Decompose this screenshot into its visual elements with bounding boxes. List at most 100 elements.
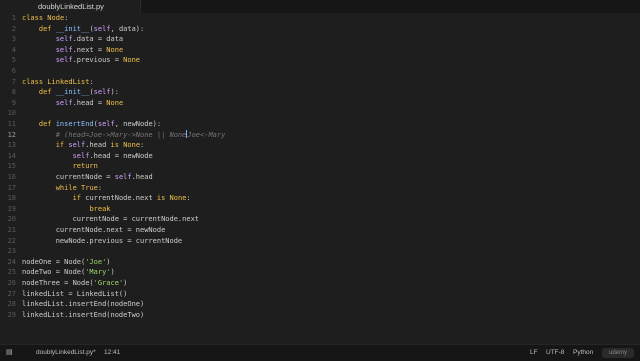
- code-token: None: [106, 98, 124, 107]
- code-editor[interactable]: 1 2 3 4 5 6 7 8 9 10 11 12 13 14 15 16 1…: [0, 13, 640, 344]
- code-line: if self.head is None:: [22, 140, 145, 151]
- code-token: ):: [110, 88, 119, 97]
- code-token: currentNode =: [55, 173, 115, 181]
- code-line: currentNode.next = newNode: [22, 225, 166, 236]
- code-line: while True:: [22, 183, 102, 194]
- code-token: self: [93, 88, 111, 97]
- line-number: 3: [11, 35, 16, 44]
- code-line: self.data = data: [22, 34, 123, 45]
- code-token: currentNode = currentNode.next: [72, 215, 200, 224]
- code-token: :: [140, 141, 145, 150]
- line-number: 28: [7, 300, 16, 309]
- tab-bar: doublyLinkedList.py: [0, 0, 640, 13]
- code-token: linkedList.insertEnd(nodeOne): [22, 300, 145, 309]
- code-token: insertEnd: [55, 120, 94, 128]
- status-filename[interactable]: doublyLinkedList.py*: [36, 349, 96, 357]
- line-number: 17: [7, 183, 16, 192]
- code-token: __init__: [55, 88, 90, 97]
- code-token: def: [22, 24, 56, 33]
- status-bar: ▤ doublyLinkedList.py* 12:41 LF UTF-8 Py…: [0, 344, 640, 361]
- code-line: nodeThree = Node('Grace'): [22, 278, 127, 289]
- line-number: 16: [7, 173, 16, 181]
- code-token: :: [64, 14, 69, 22]
- code-line: class LinkedList:: [22, 77, 94, 88]
- line-number: 8: [11, 88, 16, 97]
- code-token: :: [97, 183, 103, 192]
- line-number: 18: [7, 194, 16, 203]
- code-token: currentNode.next = newNode: [55, 226, 166, 234]
- code-token: return: [72, 162, 98, 171]
- code-token: self: [72, 151, 90, 160]
- line-number: 7: [11, 77, 16, 86]
- line-number-active: 12: [7, 130, 16, 139]
- code-token: , data):: [110, 24, 145, 33]
- code-token: :: [89, 77, 94, 86]
- code-token: __init__: [55, 24, 90, 33]
- code-token: self: [55, 98, 73, 107]
- code-line: currentNode = self.head: [22, 172, 153, 183]
- code-line: def __init__(self, data):: [22, 24, 144, 35]
- code-token: ): [123, 279, 128, 287]
- line-number-gutter: 1 2 3 4 5 6 7 8 9 10 11 12 13 14 15 16 1…: [0, 13, 16, 344]
- code-token: def: [22, 88, 56, 97]
- code-token: self: [93, 24, 111, 33]
- tab-label: doublyLinkedList.py: [38, 2, 104, 11]
- code-line: linkedList.insertEnd(nodeOne): [22, 299, 144, 310]
- code-line: self.next = None: [22, 45, 123, 56]
- line-number: 15: [7, 162, 16, 171]
- code-token: linkedList.insertEnd(nodeTwo): [22, 310, 145, 319]
- status-encoding[interactable]: UTF-8: [546, 349, 564, 357]
- line-number: 14: [7, 151, 16, 160]
- code-token: while: [55, 183, 82, 192]
- code-line-active: # (head=Joe->Mary->None || NoneJoe<-Mary: [22, 130, 225, 141]
- code-token: .head = newNode: [89, 151, 153, 160]
- line-number: 25: [7, 268, 16, 277]
- code-comment: Joe<-Mary: [187, 130, 226, 139]
- code-line: def insertEnd(self, newNode):: [22, 119, 161, 130]
- status-cursor-position[interactable]: 12:41: [104, 349, 120, 357]
- code-token: .previous =: [72, 56, 124, 65]
- code-line: return: [22, 161, 98, 172]
- code-line: if currentNode.next is None:: [22, 193, 191, 204]
- code-string: 'Grace': [93, 279, 124, 287]
- line-number: 23: [7, 247, 16, 256]
- code-token: self: [55, 56, 73, 65]
- code-token: ): [106, 257, 111, 266]
- code-token: class: [22, 14, 48, 22]
- code-token: if: [55, 141, 69, 150]
- file-tree-icon[interactable]: ▤: [6, 349, 14, 357]
- line-number: 11: [7, 120, 16, 128]
- code-line: nodeTwo = Node('Mary'): [22, 267, 115, 278]
- code-token: break: [89, 204, 111, 213]
- code-token: True: [81, 183, 98, 192]
- code-token: self: [114, 173, 132, 181]
- line-number: 24: [7, 257, 16, 266]
- code-line: linkedList = LinkedList(): [22, 289, 127, 300]
- code-line: linkedList.insertEnd(nodeTwo): [22, 310, 144, 321]
- code-line: self.head = newNode: [22, 151, 153, 162]
- editor-window: doublyLinkedList.py 1 2 3 4 5 6 7 8 9 10…: [0, 0, 640, 361]
- code-token: .head: [131, 173, 153, 181]
- status-line-ending[interactable]: LF: [530, 349, 538, 357]
- code-line: nodeOne = Node('Joe'): [22, 257, 111, 268]
- line-number: 5: [11, 56, 16, 65]
- line-number: 29: [7, 310, 16, 319]
- code-token: LinkedList: [47, 77, 90, 86]
- line-number: 19: [7, 204, 16, 213]
- status-language[interactable]: Python: [573, 349, 593, 357]
- code-area[interactable]: class Node: def __init__(self, data): se…: [22, 13, 632, 344]
- code-token: self: [68, 141, 86, 150]
- tab-doubly-linked-list[interactable]: doublyLinkedList.py: [0, 0, 141, 13]
- line-number: 27: [7, 289, 16, 298]
- code-string: 'Joe': [85, 257, 107, 266]
- line-number: 10: [7, 109, 16, 118]
